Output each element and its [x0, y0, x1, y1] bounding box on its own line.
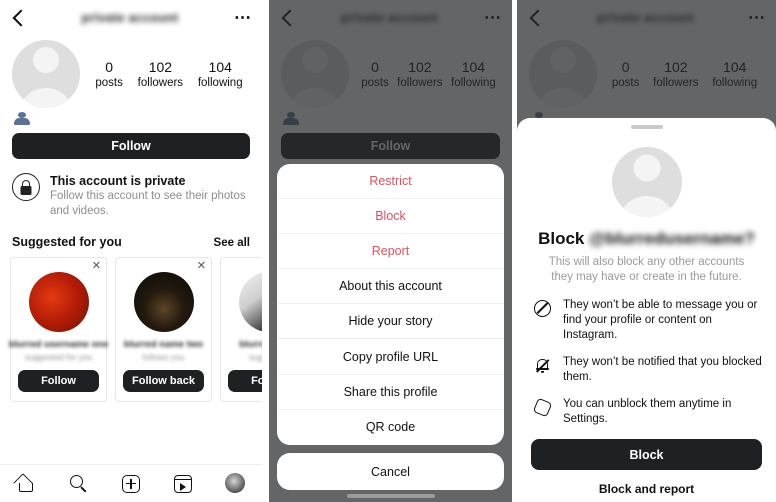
block-circle-icon	[533, 299, 552, 318]
action-sheet-options: Restrict Block Report About this account…	[277, 163, 504, 445]
follow-back-button[interactable]: Follow back	[123, 370, 204, 392]
close-icon[interactable]: ✕	[92, 261, 101, 272]
more-options-icon[interactable]: ⋯	[230, 9, 252, 26]
list-item: They won’t be notified that you blocked …	[531, 355, 762, 385]
drag-handle[interactable]	[630, 125, 663, 129]
modal-subtitle: This will also block any other accounts …	[548, 256, 745, 283]
profile-avatar[interactable]	[12, 40, 80, 108]
screenshot-stage: private account ⋯ 0 posts 102 followers …	[0, 0, 776, 502]
stat-following-label: following	[197, 76, 243, 89]
cancel-button[interactable]: Cancel	[277, 453, 504, 490]
list-item[interactable]: ✕ blurred name two follows you Follow ba…	[115, 257, 212, 402]
suggested-title: Suggested for you	[12, 235, 122, 249]
person-badge-icon	[14, 112, 30, 125]
bullet-text: You can unblock them anytime in Settings…	[563, 398, 732, 425]
reels-icon[interactable]	[172, 473, 194, 495]
menu-item-share-this-profile[interactable]: Share this profile	[277, 375, 504, 410]
back-chevron-icon[interactable]	[10, 8, 30, 28]
stat-following[interactable]: 104 following	[198, 58, 243, 91]
modal-bullet-list: They won’t be able to message you or fin…	[531, 298, 762, 427]
profile-avatar-icon[interactable]	[224, 472, 247, 495]
list-item: They won’t be able to message you or fin…	[531, 298, 762, 343]
home-indicator	[346, 494, 435, 498]
bullet-text: They won’t be able to message you or fin…	[563, 299, 758, 341]
panel-profile: private account ⋯ 0 posts 102 followers …	[0, 0, 262, 502]
modal-title-prefix: Block	[538, 229, 585, 248]
follow-button[interactable]: Follow	[18, 370, 99, 392]
menu-item-qr-code[interactable]: QR code	[277, 410, 504, 445]
suggested-subtitle: follows you	[142, 352, 185, 362]
avatar[interactable]	[133, 272, 194, 332]
list-item[interactable]: ✕ blurred three suggested Follow	[220, 257, 262, 402]
follow-button[interactable]: Follow	[228, 370, 262, 392]
panel-block-confirm: private account ⋯ 0 posts 102 followers …	[517, 0, 776, 502]
private-account-notice: This account is private Follow this acco…	[0, 159, 262, 219]
stat-posts-count: 0	[105, 58, 114, 75]
suggested-username: blurred three	[239, 339, 262, 350]
close-icon[interactable]: ✕	[197, 261, 206, 272]
search-icon[interactable]	[68, 473, 90, 495]
panel-divider	[262, 0, 269, 502]
stat-following-count: 104	[208, 58, 232, 75]
suggested-username: blurred username one	[8, 339, 109, 350]
list-item: You can unblock them anytime in Settings…	[531, 397, 762, 427]
private-title: This account is private	[50, 174, 186, 188]
profile-screen: private account ⋯ 0 posts 102 followers …	[0, 0, 262, 502]
stat-followers-label: followers	[137, 76, 184, 89]
see-all-link[interactable]: See all	[214, 237, 250, 249]
bullet-text: They won’t be notified that you blocked …	[563, 356, 762, 383]
suggested-subtitle: suggested for you	[24, 352, 93, 362]
top-bar: private account ⋯	[0, 0, 262, 36]
profile-username: private account	[81, 11, 179, 25]
lock-icon	[12, 173, 40, 201]
stat-posts[interactable]: 0 posts	[95, 58, 123, 91]
menu-item-block[interactable]: Block	[277, 199, 504, 234]
suggested-header: Suggested for you See all	[0, 219, 262, 249]
profile-stats: 0 posts 102 followers 104 following	[80, 58, 250, 91]
menu-item-copy-profile-url[interactable]: Copy profile URL	[277, 339, 504, 375]
bottom-tab-bar	[0, 464, 262, 502]
action-sheet: Restrict Block Report About this account…	[277, 163, 504, 490]
follow-button[interactable]: Follow	[12, 133, 250, 159]
block-and-report-button[interactable]: Block and report	[531, 482, 762, 496]
avatar[interactable]	[238, 272, 262, 332]
unblock-icon	[532, 397, 553, 418]
suggested-username: blurred name two	[123, 339, 204, 350]
menu-item-report[interactable]: Report	[277, 234, 504, 270]
suggested-list[interactable]: ✕ blurred username one suggested for you…	[0, 249, 262, 402]
modal-title: Block @blurredusername?	[531, 229, 762, 249]
list-item[interactable]: ✕ blurred username one suggested for you…	[8, 257, 109, 402]
avatar	[611, 147, 682, 217]
home-icon[interactable]	[13, 472, 37, 495]
stat-followers-count: 102	[148, 58, 173, 75]
menu-item-about-this-account[interactable]: About this account	[277, 269, 504, 305]
avatar[interactable]	[28, 272, 89, 332]
private-subtitle: Follow this account to see their photos …	[50, 190, 246, 217]
suggested-subtitle: suggested	[248, 352, 262, 362]
panel-action-sheet: private account ⋯ 0 posts 102 followers …	[269, 0, 512, 502]
block-button[interactable]: Block	[531, 439, 762, 470]
bell-off-icon	[533, 356, 552, 375]
stat-posts-label: posts	[95, 76, 123, 89]
create-post-icon[interactable]	[120, 473, 142, 495]
menu-item-restrict[interactable]: Restrict	[277, 164, 504, 199]
menu-item-hide-your-story[interactable]: Hide your story	[277, 304, 504, 340]
stat-followers[interactable]: 102 followers	[138, 58, 183, 91]
block-confirmation-modal: Block @blurredusername? This will also b…	[517, 118, 776, 502]
modal-title-username: @blurredusername?	[589, 229, 755, 248]
profile-header-row: 0 posts 102 followers 104 following	[0, 36, 262, 108]
